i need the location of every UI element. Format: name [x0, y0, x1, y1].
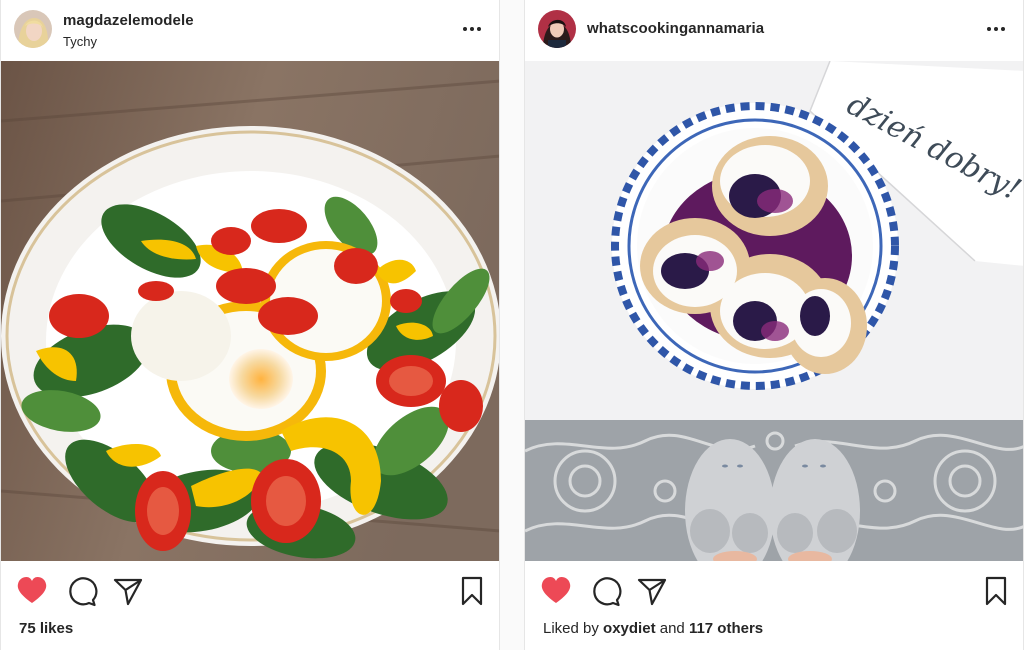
likes-summary: Liked by oxydiet and 117 others [543, 620, 763, 637]
bookmark-icon[interactable] [455, 574, 489, 608]
avatar[interactable] [14, 10, 52, 48]
post-header: whatscookingannamaria [525, 0, 1023, 60]
username[interactable]: magdazelemodele [63, 12, 194, 29]
post-header: magdazelemodele Tychy [1, 0, 499, 60]
likes-count[interactable]: 75 likes [19, 620, 73, 637]
heart-icon[interactable] [15, 574, 49, 608]
liked-by-user[interactable]: oxydiet [603, 620, 656, 637]
bookmark-icon[interactable] [979, 574, 1013, 608]
avatar[interactable] [538, 10, 576, 48]
share-icon[interactable] [111, 574, 145, 608]
comment-icon[interactable] [588, 574, 622, 608]
liked-by-and: and [659, 620, 685, 637]
action-bar [525, 568, 1023, 616]
username[interactable]: whatscookingannamaria [587, 20, 764, 37]
post-image[interactable] [1, 61, 499, 561]
liked-by-others[interactable]: 117 others [689, 620, 763, 637]
post-card: whatscookingannamaria dzień dobry! Liked… [524, 0, 1024, 650]
heart-icon[interactable] [539, 574, 573, 608]
comment-icon[interactable] [64, 574, 98, 608]
post-card: magdazelemodele Tychy 75 likes [0, 0, 500, 650]
action-bar [1, 568, 499, 616]
location[interactable]: Tychy [63, 34, 97, 49]
post-image[interactable]: dzień dobry! [525, 61, 1023, 561]
share-icon[interactable] [635, 574, 669, 608]
more-options-icon[interactable] [459, 17, 485, 41]
liked-by-prefix: Liked by [543, 620, 599, 637]
more-options-icon[interactable] [983, 17, 1009, 41]
